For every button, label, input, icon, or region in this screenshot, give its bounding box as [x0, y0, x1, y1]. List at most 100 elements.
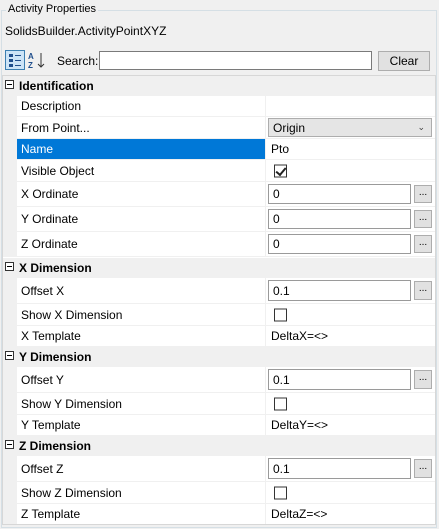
property-value: Origin ⌄ [265, 117, 435, 139]
property-value: 0.1 ... [265, 456, 435, 482]
alphabetical-sort-icon: A Z [28, 52, 45, 70]
property-row-show-x-dimension[interactable]: Show X Dimension [3, 304, 435, 326]
property-name: X Ordinate [17, 182, 265, 207]
property-value [265, 393, 435, 415]
offset-z-ellipsis-button[interactable]: ... [414, 459, 432, 478]
property-value [265, 304, 435, 326]
property-row-offset-z[interactable]: Offset Z 0.1 ... [3, 456, 435, 482]
property-name-selected: Name [17, 139, 265, 160]
property-row-y-ordinate[interactable]: Y Ordinate 0 ... [3, 207, 435, 232]
gutter [3, 304, 17, 326]
gutter [3, 139, 17, 160]
offset-y-ellipsis-button[interactable]: ... [414, 370, 432, 389]
category-z-dimension[interactable]: Z Dimension [3, 436, 435, 456]
chevron-down-icon[interactable]: ⌄ [417, 121, 425, 132]
property-row-show-y-dimension[interactable]: Show Y Dimension [3, 393, 435, 415]
gutter [3, 278, 17, 304]
gutter [3, 326, 17, 347]
property-value [265, 482, 435, 504]
property-name: Z Template [17, 504, 265, 524]
property-value[interactable]: DeltaX=<> [265, 326, 435, 347]
property-name: Show Z Dimension [17, 482, 265, 504]
property-name: Description [17, 96, 265, 117]
property-row-visible-object[interactable]: Visible Object [3, 160, 435, 182]
property-name: Show Y Dimension [17, 393, 265, 415]
property-value: 0.1 ... [265, 367, 435, 393]
property-row-description[interactable]: Description [3, 96, 435, 117]
property-row-offset-y[interactable]: Offset Y 0.1 ... [3, 367, 435, 393]
activity-properties-panel: Activity Properties SolidsBuilder.Activi… [0, 0, 439, 529]
property-row-show-z-dimension[interactable]: Show Z Dimension [3, 482, 435, 504]
collapse-icon[interactable] [5, 80, 14, 89]
from-point-dropdown[interactable]: Origin ⌄ [268, 118, 432, 137]
dropdown-value: Origin [273, 120, 306, 135]
property-row-z-ordinate[interactable]: Z Ordinate 0 ... [3, 232, 435, 257]
collapse-icon[interactable] [5, 262, 14, 271]
svg-text:Z: Z [28, 61, 33, 70]
gutter [3, 482, 17, 504]
property-row-x-ordinate[interactable]: X Ordinate 0 ... [3, 182, 435, 207]
property-name: X Template [17, 326, 265, 347]
property-name: From Point... [17, 117, 265, 139]
x-ordinate-input[interactable]: 0 [268, 184, 411, 204]
property-row-y-template[interactable]: Y Template DeltaY=<> [3, 415, 435, 436]
category-y-dimension[interactable]: Y Dimension [3, 347, 435, 367]
z-ordinate-ellipsis-button[interactable]: ... [414, 235, 432, 253]
gutter [3, 456, 17, 482]
collapse-icon[interactable] [5, 351, 14, 360]
property-name: Z Ordinate [17, 232, 265, 257]
gutter [3, 207, 17, 232]
category-identification[interactable]: Identification [3, 76, 435, 96]
property-value[interactable]: DeltaZ=<> [265, 504, 435, 524]
categorized-view-button[interactable] [5, 50, 25, 70]
y-ordinate-input[interactable]: 0 [268, 209, 411, 229]
show-x-dimension-checkbox[interactable] [274, 308, 287, 321]
property-value: 0 ... [265, 207, 435, 232]
property-value[interactable]: Pto [265, 139, 435, 160]
offset-z-input[interactable]: 0.1 [268, 458, 411, 479]
category-x-dimension[interactable]: X Dimension [3, 258, 435, 278]
property-name: Y Template [17, 415, 265, 436]
category-label: Identification [19, 79, 94, 93]
gutter [3, 117, 17, 139]
gutter [3, 160, 17, 182]
property-name: Y Ordinate [17, 207, 265, 232]
show-y-dimension-checkbox[interactable] [274, 397, 287, 410]
property-name: Offset X [17, 278, 265, 304]
gutter [3, 232, 17, 257]
property-grid: Identification Description From Point...… [2, 75, 436, 525]
offset-y-input[interactable]: 0.1 [268, 369, 411, 390]
z-ordinate-input[interactable]: 0 [268, 234, 411, 254]
property-row-from-point[interactable]: From Point... Origin ⌄ [3, 117, 435, 139]
property-value[interactable]: DeltaY=<> [265, 415, 435, 436]
gutter [3, 367, 17, 393]
gutter [3, 96, 17, 117]
offset-x-ellipsis-button[interactable]: ... [414, 281, 432, 300]
offset-x-input[interactable]: 0.1 [268, 280, 411, 301]
categorized-icon [9, 54, 21, 67]
category-label: Y Dimension [19, 350, 92, 364]
property-name: Offset Y [17, 367, 265, 393]
property-value[interactable] [265, 96, 435, 117]
gutter [3, 393, 17, 415]
search-input[interactable] [99, 51, 372, 70]
category-label: X Dimension [19, 261, 92, 275]
property-row-z-template[interactable]: Z Template DeltaZ=<> [3, 504, 435, 524]
alphabetical-view-button[interactable]: A Z [27, 50, 47, 70]
property-value: 0 ... [265, 182, 435, 207]
clear-button[interactable]: Clear [378, 51, 430, 71]
object-class-label: SolidsBuilder.ActivityPointXYZ [5, 24, 167, 38]
gutter [3, 504, 17, 524]
property-row-name[interactable]: Name Pto [3, 139, 435, 160]
x-ordinate-ellipsis-button[interactable]: ... [414, 185, 432, 203]
property-value: 0.1 ... [265, 278, 435, 304]
visible-object-checkbox[interactable] [274, 164, 287, 177]
collapse-icon[interactable] [5, 440, 14, 449]
property-grid-toolbar: A Z Search: Clear [3, 50, 435, 72]
property-row-x-template[interactable]: X Template DeltaX=<> [3, 326, 435, 347]
property-value [265, 160, 435, 182]
y-ordinate-ellipsis-button[interactable]: ... [414, 210, 432, 228]
show-z-dimension-checkbox[interactable] [274, 486, 287, 499]
property-row-offset-x[interactable]: Offset X 0.1 ... [3, 278, 435, 304]
category-label: Z Dimension [19, 439, 92, 453]
